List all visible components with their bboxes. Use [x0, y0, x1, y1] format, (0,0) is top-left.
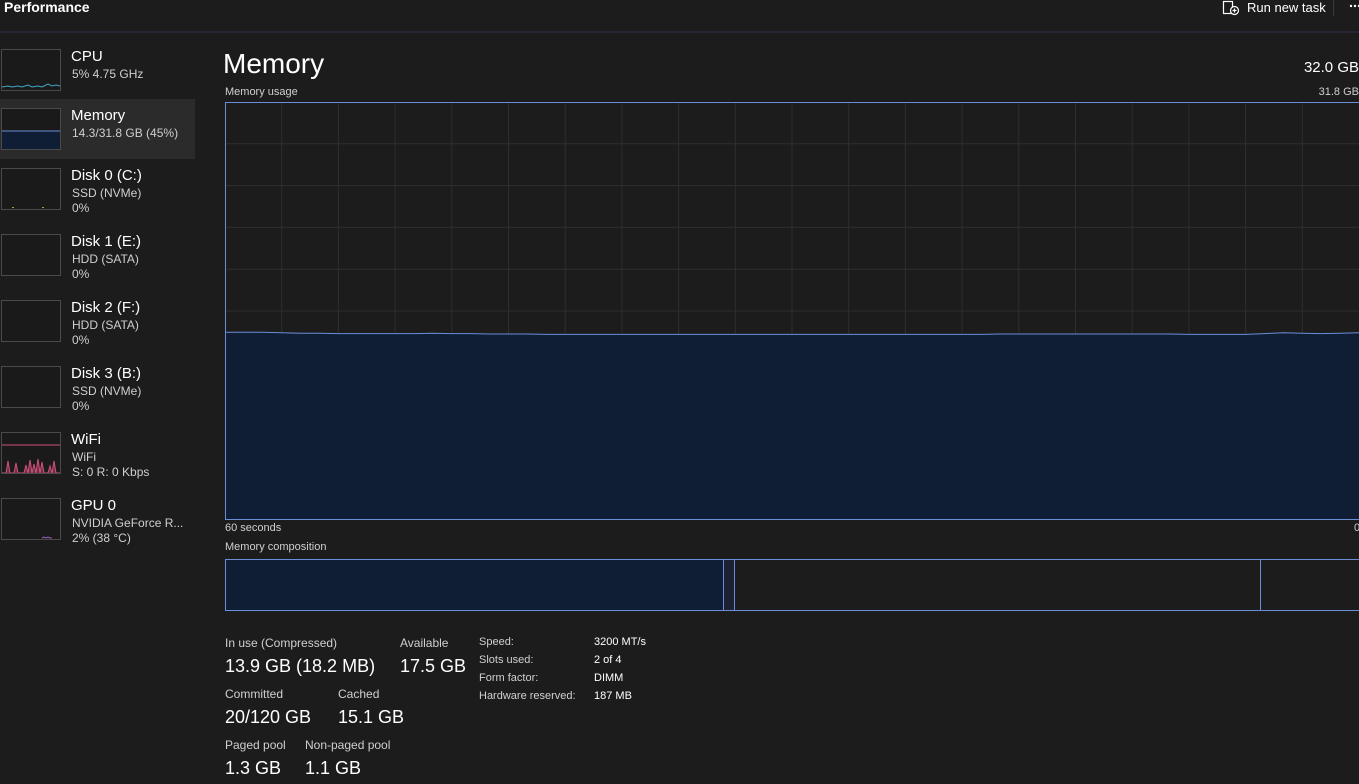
cached-value: 15.1 GB: [338, 707, 405, 727]
disk-trace: [42, 207, 44, 208]
disk-trace: [12, 207, 14, 208]
title-bar: Performance Run new task: [0, 0, 1359, 31]
total-memory: 32.0 GB: [1303, 59, 1359, 76]
sidebar-item-detail: 2% (38 °C): [72, 531, 131, 545]
composition-standby-divider: [1260, 560, 1261, 610]
memory-fill: [2, 131, 60, 149]
non-paged-pool-label: Non-paged pool: [305, 738, 391, 752]
detail-value: 187 MB: [594, 690, 632, 702]
sidebar-thumbnail-graph: [1, 300, 61, 342]
detail-key: Hardware reserved:: [479, 690, 576, 702]
sidebar-item[interactable]: Disk 2 (F:) HDD (SATA) 0%: [0, 291, 195, 351]
sidebar-item-name: WiFi: [71, 431, 101, 448]
more-ellipsis-icon[interactable]: [1349, 0, 1359, 14]
memory-composition-label: Memory composition: [225, 541, 327, 553]
sidebar-thumbnail-graph: [1, 366, 61, 408]
sidebar-item[interactable]: Disk 3 (B:) SSD (NVMe) 0%: [0, 357, 195, 417]
sidebar-item-name: Disk 3 (B:): [71, 365, 142, 382]
paged-pool-value: 1.3 GB: [225, 758, 282, 778]
available-label: Available: [400, 636, 449, 650]
sidebar-item[interactable]: WiFi WiFi S: 0 R: 0 Kbps: [0, 423, 195, 483]
wifi-trace: [2, 458, 60, 473]
run-new-task-button[interactable]: Run new task: [1222, 0, 1326, 17]
header-divider: [0, 31, 1359, 33]
memory-composition-bar[interactable]: [225, 559, 1359, 611]
composition-modified-segment[interactable]: [724, 560, 735, 610]
sidebar-item-detail: 0%: [72, 201, 90, 215]
sidebar-item-detail: S: 0 R: 0 Kbps: [72, 465, 150, 479]
sidebar-item-detail: 0%: [72, 267, 90, 281]
sidebar-item-name: CPU: [71, 48, 103, 65]
sidebar-thumbnail-graph: [1, 49, 61, 91]
sidebar-thumbnail-graph: [1, 498, 61, 540]
in-use-value: 13.9 GB (18.2 MB): [225, 656, 376, 676]
sidebar-item-detail: SSD (NVMe): [72, 186, 142, 200]
committed-label: Committed: [225, 687, 284, 701]
memory-usage-label: Memory usage: [225, 86, 298, 98]
gpu-trace: [41, 536, 52, 539]
detail-key: Form factor:: [479, 672, 539, 684]
committed-value: 20/120 GB: [225, 707, 312, 727]
sidebar-item-name: Disk 1 (E:): [71, 233, 142, 250]
run-task-icon: [1222, 0, 1240, 16]
detail-key: Speed:: [479, 636, 514, 648]
memory-usage-graph: [225, 102, 1359, 520]
memory-usage-area: [225, 332, 1359, 520]
sidebar-item-detail: HDD (SATA): [72, 318, 139, 332]
toolbar-separator: [1333, 0, 1334, 16]
composition-in-use-segment[interactable]: [226, 560, 724, 610]
in-use-label: In use (Compressed): [225, 636, 338, 650]
sidebar-item[interactable]: CPU 5% 4.75 GHz: [0, 38, 195, 98]
available-value: 17.5 GB: [400, 656, 467, 676]
non-paged-pool-value: 1.1 GB: [305, 758, 362, 778]
sidebar-item-detail: WiFi: [72, 450, 96, 464]
memory-usage-max: 31.8 GB: [1318, 86, 1359, 98]
sidebar-item-detail: NVIDIA GeForce R...: [72, 516, 184, 530]
sidebar-item[interactable]: GPU 0 NVIDIA GeForce R... 2% (38 °C): [0, 489, 195, 549]
detail-key: Slots used:: [479, 654, 534, 666]
graph-x-right-label: 0: [1354, 522, 1359, 534]
paged-pool-label: Paged pool: [225, 738, 286, 752]
sidebar-thumbnail-graph: [1, 168, 61, 210]
sidebar-item-detail: SSD (NVMe): [72, 384, 142, 398]
sidebar-item-name: GPU 0: [71, 497, 117, 514]
detail-value: DIMM: [594, 672, 624, 684]
graph-x-left-label: 60 seconds: [225, 522, 282, 534]
sidebar-item[interactable]: Disk 1 (E:) HDD (SATA) 0%: [0, 225, 195, 285]
page-title: Performance: [4, 0, 90, 15]
detail-value: 2 of 4: [594, 654, 622, 666]
sidebar-item-detail: HDD (SATA): [72, 252, 139, 266]
sidebar-item-name: Disk 2 (F:): [71, 299, 141, 316]
sidebar-item-detail: 5% 4.75 GHz: [72, 67, 144, 81]
sidebar-item-detail: 0%: [72, 399, 90, 413]
sidebar-item-detail: 0%: [72, 333, 90, 347]
main-title: Memory: [223, 48, 325, 79]
sidebar-item[interactable]: Memory 14.3/31.8 GB (45%): [0, 99, 195, 159]
detail-value: 3200 MT/s: [594, 636, 646, 648]
sidebar-item-name: Disk 0 (C:): [71, 167, 142, 184]
sidebar-item-detail: 14.3/31.8 GB (45%): [72, 126, 179, 140]
run-new-task-label: Run new task: [1247, 0, 1326, 15]
sidebar-thumbnail-graph: [1, 432, 61, 474]
sidebar-item-name: Memory: [71, 107, 126, 124]
sidebar-thumbnail-graph: [1, 108, 61, 150]
sidebar-thumbnail-graph: [1, 234, 61, 276]
sidebar-item[interactable]: Disk 0 (C:) SSD (NVMe) 0%: [0, 159, 195, 219]
cached-label: Cached: [338, 687, 380, 701]
cpu-trace: [2, 83, 60, 88]
